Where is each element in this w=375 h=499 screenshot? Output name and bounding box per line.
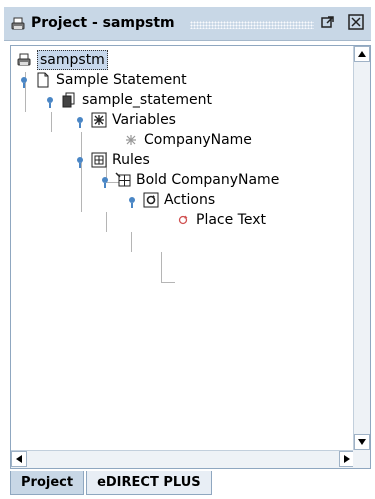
tree-item-label: Sample Statement — [56, 72, 187, 88]
rules-icon — [91, 152, 107, 168]
expand-handle-icon[interactable] — [128, 196, 140, 208]
tree-connector — [81, 132, 82, 212]
tab-bar: Project eDIRECT PLUS — [10, 471, 214, 496]
tree-item-label: Rules — [112, 152, 150, 168]
horizontal-scrollbar[interactable] — [11, 450, 355, 468]
place-text-icon — [178, 215, 188, 225]
arrow-left-icon — [16, 455, 22, 463]
project-tree[interactable]: sampstm Sample Statement sample_statemen… — [11, 46, 355, 450]
variables-icon — [91, 112, 107, 128]
maximize-icon — [321, 16, 334, 28]
arrow-up-icon — [358, 51, 366, 57]
vertical-scrollbar[interactable] — [353, 46, 370, 450]
tree-item-label: sample_statement — [82, 92, 212, 108]
tree-item-sample-statement[interactable]: Sample Statement — [35, 70, 187, 90]
title-grip — [190, 21, 314, 29]
expand-handle-icon[interactable] — [76, 116, 88, 128]
expand-handle-icon[interactable] — [76, 156, 88, 168]
printer-icon — [11, 17, 25, 30]
tree-connector — [161, 252, 162, 282]
close-button[interactable] — [346, 12, 366, 32]
tree-connector — [131, 232, 132, 252]
project-tree-panel: sampstm Sample Statement sample_statemen… — [10, 45, 371, 469]
tree-item-place-text[interactable]: Place Text — [175, 210, 266, 230]
tab-edirect-plus[interactable]: eDIRECT PLUS — [86, 471, 212, 495]
tab-project[interactable]: Project — [10, 471, 85, 495]
tree-item-label: Variables — [112, 112, 176, 128]
scroll-left-button[interactable] — [11, 451, 27, 467]
variable-icon — [126, 135, 136, 145]
documents-icon — [62, 92, 75, 108]
tree-item-label: Place Text — [196, 212, 266, 228]
arrow-down-icon — [358, 439, 366, 445]
tree-item-sample-statement-file[interactable]: sample_statement — [61, 90, 212, 110]
tree-connector — [161, 282, 175, 283]
tree-root-label: sampstm — [37, 50, 108, 70]
scroll-down-button[interactable] — [354, 434, 370, 450]
scrollbar-corner — [353, 450, 370, 468]
actions-icon — [143, 192, 159, 208]
tree-item-label: CompanyName — [144, 132, 252, 148]
tree-root[interactable]: sampstm — [16, 50, 108, 70]
tree-item-variables[interactable]: Variables — [91, 110, 176, 130]
project-window: Project - sampstm sampstm Sample Stateme… — [4, 7, 371, 497]
printer-icon — [17, 53, 31, 66]
rule-icon — [115, 172, 131, 187]
window-title: Project - sampstm — [31, 15, 175, 31]
tree-item-companyname[interactable]: CompanyName — [123, 130, 252, 150]
tree-item-label: Actions — [164, 192, 216, 208]
expand-handle-icon[interactable] — [101, 176, 113, 188]
title-bar[interactable]: Project - sampstm — [4, 7, 371, 41]
tree-item-bold-companyname[interactable]: Bold CompanyName — [115, 170, 279, 190]
expand-handle-icon[interactable] — [20, 76, 32, 88]
tree-connector — [51, 112, 52, 132]
tree-item-rules[interactable]: Rules — [91, 150, 150, 170]
tree-item-label: Bold CompanyName — [136, 172, 280, 188]
arrow-right-icon — [344, 455, 350, 463]
expand-handle-icon[interactable] — [46, 96, 58, 108]
tree-connector — [106, 212, 107, 232]
maximize-button[interactable] — [318, 12, 338, 32]
close-icon — [348, 14, 364, 30]
document-icon — [37, 72, 49, 88]
scroll-up-button[interactable] — [354, 46, 370, 62]
tree-item-actions[interactable]: Actions — [143, 190, 215, 210]
